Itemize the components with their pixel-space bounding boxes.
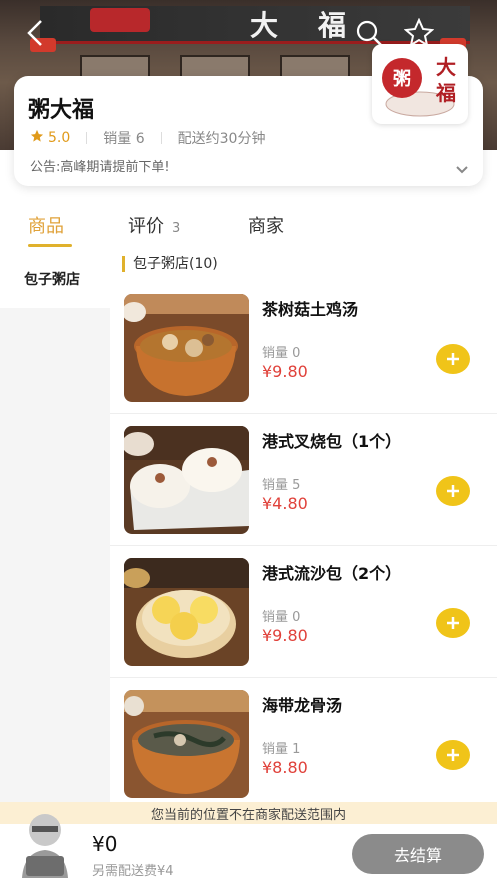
product-price: ¥9.80 [262,626,308,645]
chevron-down-icon[interactable] [455,160,469,179]
store-meta-row: 5.0 销量 6 配送约30分钟 [30,128,265,148]
add-to-cart-button[interactable] [436,608,470,638]
divider [160,132,162,144]
delivery-fee-note: 另需配送费¥4 [92,864,174,879]
product-price: ¥4.80 [262,494,308,513]
product-item[interactable]: 海带龙骨汤 销量 1 ¥8.80 [110,678,497,810]
store-notice: 公告:高峰期请提前下单! [30,160,170,175]
sign-red-patch [90,8,150,32]
delivery-range-warning: 您当前的位置不在商家配送范围内 [0,802,497,824]
store-rating: 5.0 [48,130,71,146]
product-sales: 销量 5 [262,478,301,493]
review-count: 3 [172,221,181,236]
product-price: ¥8.80 [262,758,308,777]
plus-icon [447,617,459,629]
add-to-cart-button[interactable] [436,344,470,374]
tab-reviews[interactable]: 评价 3 [128,212,180,238]
store-sales: 销量 6 [103,131,145,147]
product-sales: 销量 0 [262,346,301,361]
product-name: 港式流沙包（2个） [262,564,402,583]
product-item[interactable]: 港式流沙包（2个） 销量 0 ¥9.80 [110,546,497,678]
plus-icon [447,749,459,761]
store-name: 粥大福 [28,98,95,123]
tab-reviews-label: 评价 [128,216,164,237]
section-title: 包子粥店(10) [122,256,218,272]
divider [86,132,88,144]
active-tab-indicator [28,244,72,247]
product-sales: 销量 1 [262,742,301,757]
cart-bar: ¥0 另需配送费¥4 去结算 [0,824,497,883]
product-item[interactable]: 港式叉烧包（1个） 销量 5 ¥4.80 [110,414,497,546]
add-to-cart-button[interactable] [436,476,470,506]
logo-char-2: 大 [436,55,456,79]
cart-total: ¥0 [92,832,118,856]
logo-char-1: 粥 [393,69,411,90]
plus-icon [447,485,459,497]
product-image-char-siu-bao [124,426,249,534]
sidebar-item-baozi-zhoudian[interactable]: 包子粥店 [0,250,110,308]
checkout-button[interactable]: 去结算 [352,834,484,874]
product-image-custard-bun [124,558,249,666]
cart-avatar-icon[interactable] [18,808,72,878]
store-logo: 粥 大 福 [372,44,468,124]
product-name: 茶树菇土鸡汤 [262,300,359,319]
add-to-cart-button[interactable] [436,740,470,770]
tab-merchant[interactable]: 商家 [248,212,284,238]
product-image-kelp-pork-bone-soup [124,690,249,798]
product-image-mushroom-chicken-soup [124,294,249,402]
logo-char-3: 福 [435,81,456,105]
product-sales: 销量 0 [262,610,301,625]
category-sidebar: 包子粥店 [0,250,110,802]
product-item[interactable]: 茶树菇土鸡汤 销量 0 ¥9.80 [110,282,497,414]
rating-star-icon [30,129,44,147]
back-arrow-icon[interactable] [20,18,50,48]
plus-icon [447,353,459,365]
product-price: ¥9.80 [262,362,308,381]
product-name: 海带龙骨汤 [262,696,343,715]
product-name: 港式叉烧包（1个） [262,432,402,451]
store-tabs: 商品 评价 3 商家 [0,208,497,248]
tab-goods[interactable]: 商品 [28,212,64,238]
delivery-time: 配送约30分钟 [177,131,266,147]
